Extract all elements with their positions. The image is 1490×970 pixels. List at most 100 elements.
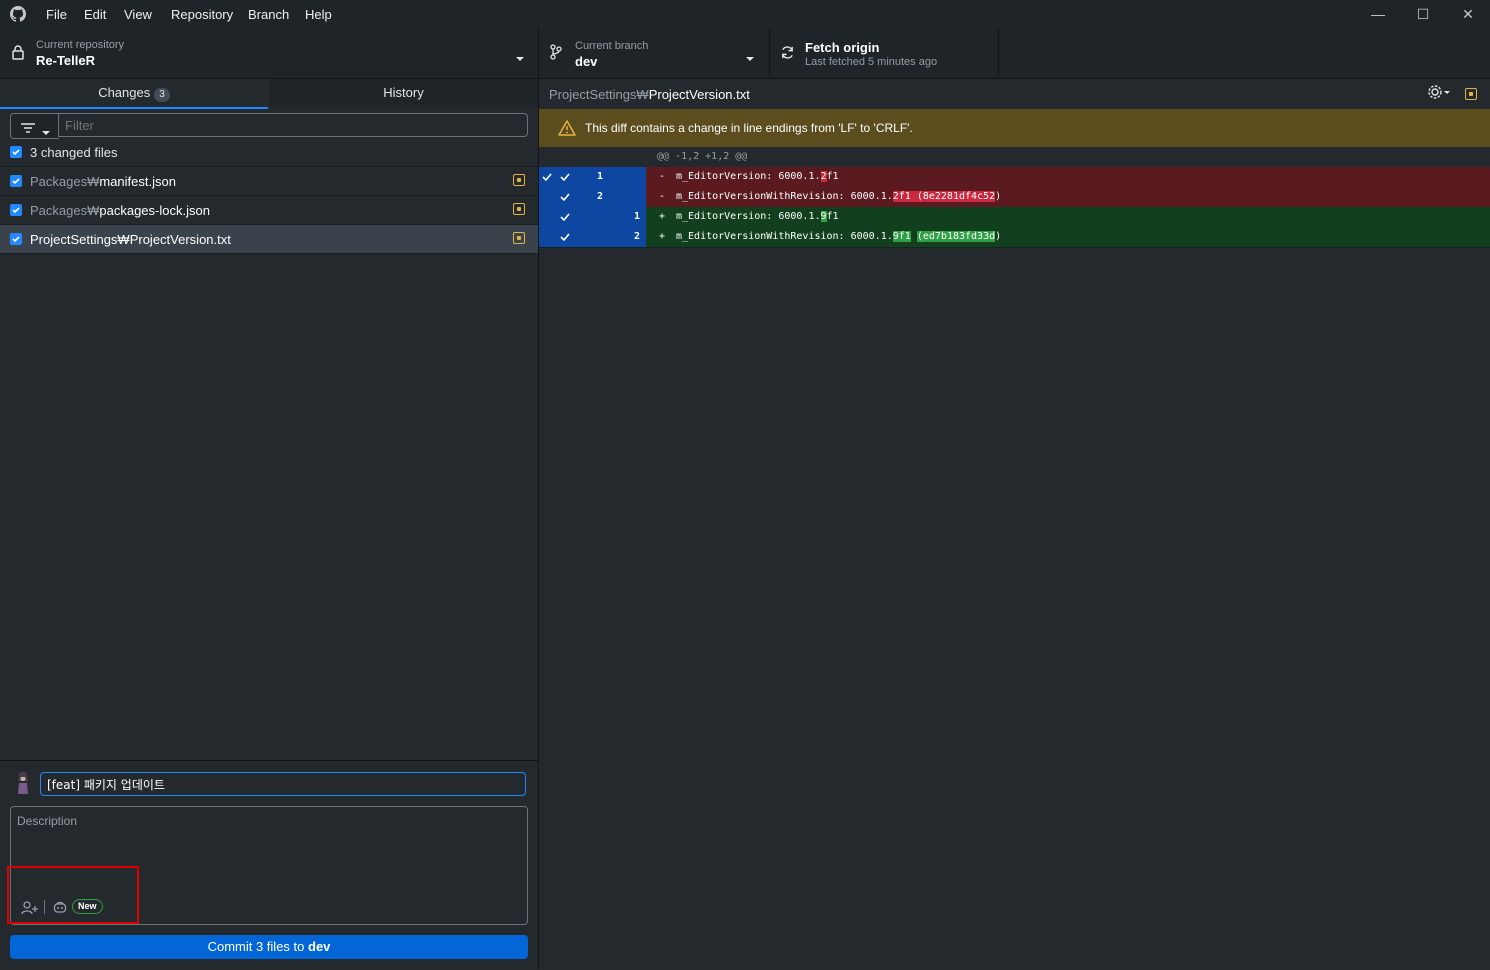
diff-sign: +: [659, 231, 666, 242]
menu-edit[interactable]: Edit: [84, 7, 106, 22]
menu-branch[interactable]: Branch: [248, 7, 289, 22]
tab-history-label: History: [383, 85, 424, 100]
commit-button[interactable]: Commit 3 files to dev: [10, 935, 528, 959]
code-text: m_EditorVersion: 6000.1.: [676, 171, 821, 182]
diff-dir: ProjectSettings₩: [549, 87, 649, 102]
new-line-number-text: [640, 171, 646, 182]
file-dir: Packages₩: [30, 174, 100, 189]
highlight-box: [7, 866, 139, 924]
modified-icon: [513, 232, 525, 244]
chevron-down-icon: [745, 50, 755, 65]
diff-code: - m_EditorVersionWithRevision: 6000.1.2f1…: [657, 187, 1001, 207]
hunk-select[interactable]: [539, 207, 555, 227]
commit-button-branch: dev: [308, 939, 331, 954]
file-name: manifest.json: [99, 174, 176, 189]
menu-help[interactable]: Help: [305, 7, 332, 22]
code-text: m_EditorVersionWithRevision: 6000.1.: [676, 191, 893, 202]
fetch-status: Last fetched 5 minutes ago: [805, 56, 938, 68]
file-checkbox[interactable]: [10, 204, 22, 216]
changed-files-summary: 3 changed files: [30, 145, 118, 160]
old-line-number-text: 1: [596, 171, 603, 182]
changed-text: 2f1 (8e2281df4c52: [892, 191, 996, 202]
github-logo-icon[interactable]: [10, 6, 27, 25]
changes-count-badge: 3: [154, 88, 170, 102]
commit-summary-input[interactable]: [40, 772, 526, 796]
diff-line-deleted[interactable]: 2 - m_EditorVersionWithRevision: 6000.1.2…: [539, 187, 1490, 207]
filter-icon: [21, 121, 35, 136]
new-line-number-text: 2: [633, 231, 640, 242]
old-line-number[interactable]: [555, 227, 609, 247]
menu-view[interactable]: View: [124, 7, 152, 22]
file-dir: Packages₩: [30, 203, 100, 218]
file-checkbox[interactable]: [10, 175, 22, 187]
file-path: ProjectSettings₩ProjectVersion.txt: [30, 232, 231, 247]
gear-icon[interactable]: [1427, 84, 1451, 103]
changed-text: 9f1: [892, 231, 911, 242]
filter-input[interactable]: [58, 113, 528, 137]
file-checkbox[interactable]: [10, 233, 22, 245]
fetch-origin-button[interactable]: Fetch origin Last fetched 5 minutes ago: [770, 28, 999, 78]
branch-label: Current branch: [575, 40, 649, 52]
old-line-number[interactable]: [555, 207, 609, 227]
diff-line-added[interactable]: 2 + m_EditorVersionWithRevision: 6000.1.9…: [539, 227, 1490, 247]
diff-code: + m_EditorVersionWithRevision: 6000.1.9f1…: [657, 227, 1001, 247]
current-branch-button[interactable]: Current branch dev: [539, 28, 770, 78]
lock-icon: [12, 45, 24, 63]
filter-options-button[interactable]: [10, 113, 59, 139]
hunk-header: @@ -1,2 +1,2 @@: [539, 147, 1490, 167]
hunk-select[interactable]: [539, 187, 555, 207]
toolbar: Current repository Re-TelleR Current bra…: [0, 28, 1490, 79]
current-repository-button[interactable]: Current repository Re-TelleR: [0, 28, 539, 78]
diff-file-path: ProjectSettings₩ProjectVersion.txt: [549, 87, 750, 102]
old-line-number[interactable]: 1: [555, 167, 609, 187]
hunk-select[interactable]: [539, 227, 555, 247]
repo-name: Re-TelleR: [36, 53, 95, 68]
hunk-select[interactable]: [539, 167, 555, 187]
code-text: m_EditorVersion: 6000.1.: [676, 211, 821, 222]
new-line-number: [609, 187, 646, 207]
description-placeholder: Description: [17, 814, 78, 828]
changed-text: (ed7b183fd33d: [916, 231, 996, 242]
select-all-checkbox[interactable]: [10, 146, 22, 158]
menu-file[interactable]: File: [46, 7, 67, 22]
old-line-number[interactable]: 2: [555, 187, 609, 207]
file-dir: ProjectSettings₩: [30, 232, 130, 247]
fetch-title: Fetch origin: [805, 40, 880, 55]
diff-sign: -: [659, 171, 666, 182]
close-button[interactable]: ✕: [1446, 0, 1490, 28]
diff-line-added[interactable]: 1 + m_EditorVersion: 6000.1.9f1: [539, 207, 1490, 227]
file-name: packages-lock.json: [99, 203, 210, 218]
file-path: Packages₩manifest.json: [30, 174, 176, 189]
old-line-number-text: 2: [596, 191, 603, 202]
title-bar: File Edit View Repository Branch Help — …: [0, 0, 1490, 28]
line-ending-warning: This diff contains a change in line endi…: [539, 109, 1490, 147]
chevron-down-icon: [42, 124, 50, 139]
diff-line-deleted[interactable]: 1 - m_EditorVersion: 6000.1.2f1: [539, 167, 1490, 187]
modified-icon: [513, 174, 525, 186]
code-text: f1: [826, 211, 839, 222]
tab-history[interactable]: History: [269, 79, 538, 107]
file-row[interactable]: Packages₩packages-lock.json: [0, 196, 538, 225]
file-row-selected[interactable]: ProjectSettings₩ProjectVersion.txt: [0, 225, 538, 254]
select-all-row: 3 changed files: [0, 138, 538, 167]
diff-body-empty: [539, 247, 1490, 970]
sync-icon: [780, 45, 795, 63]
tab-changes[interactable]: Changes 3: [0, 79, 268, 109]
diff-sign: +: [659, 211, 666, 222]
avatar: [12, 771, 34, 795]
code-text: m_EditorVersionWithRevision: 6000.1.: [676, 231, 893, 242]
branch-icon: [550, 44, 562, 63]
hunk-text: @@ -1,2 +1,2 @@: [657, 151, 748, 162]
file-row[interactable]: Packages₩manifest.json: [0, 167, 538, 196]
chevron-down-icon: [515, 50, 525, 65]
modified-icon: [513, 203, 525, 215]
minimize-button[interactable]: —: [1356, 0, 1400, 28]
code-text: ): [995, 231, 1002, 242]
new-line-number: 2: [609, 227, 646, 247]
tab-changes-label: Changes: [98, 85, 151, 100]
code-text: ): [995, 191, 1002, 202]
menu-repository[interactable]: Repository: [171, 7, 233, 22]
file-name: ProjectVersion.txt: [129, 232, 231, 247]
diff-file-name: ProjectVersion.txt: [648, 87, 750, 102]
maximize-button[interactable]: ☐: [1401, 0, 1445, 28]
